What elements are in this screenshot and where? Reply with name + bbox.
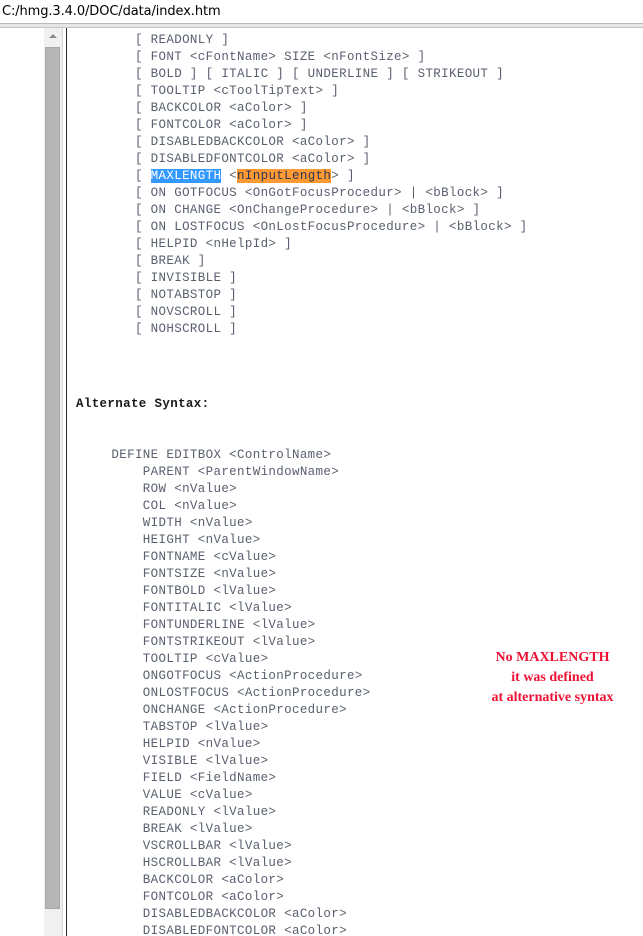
address-bar[interactable]: C:/hmg.3.4.0/DOC/data/index.htm bbox=[0, 0, 643, 22]
vertical-scroll-thumb[interactable] bbox=[45, 47, 60, 909]
triangle-up-icon bbox=[49, 34, 57, 38]
syntax-options-tail: [ ON GOTFOCUS <OnGotFocusProcedur> | <bB… bbox=[134, 186, 528, 336]
syntax-options-head: [ READONLY ] [ FONT <cFontName> SIZE <nF… bbox=[134, 33, 504, 166]
alternate-syntax-block: DEFINE EDITBOX <ControlName> PARENT <Par… bbox=[111, 448, 371, 936]
vertical-scrollbar[interactable] bbox=[44, 28, 63, 936]
address-bar-url: C:/hmg.3.4.0/DOC/data/index.htm bbox=[2, 4, 221, 19]
document-content: [ READONLY ] [ FONT <cFontName> SIZE <nF… bbox=[67, 28, 643, 936]
alternate-syntax-heading: Alternate Syntax: bbox=[76, 397, 210, 411]
red-annotation-note: No MAXLENGTH it was defined at alternati… bbox=[491, 650, 614, 705]
document-viewport: [ READONLY ] [ FONT <cFontName> SIZE <nF… bbox=[0, 28, 643, 936]
ninputlength-param-highlight[interactable]: nInputLength bbox=[237, 169, 332, 183]
scroll-up-button[interactable] bbox=[44, 28, 62, 45]
maxlength-keyword-highlight[interactable]: MAXLENGTH bbox=[150, 169, 222, 183]
editbox-syntax-block: [ READONLY ] [ FONT <cFontName> SIZE <nF… bbox=[80, 32, 528, 338]
left-gutter bbox=[0, 28, 44, 936]
maxlength-line-suffix: > ] bbox=[331, 169, 355, 183]
maxlength-line-prefix: [ bbox=[80, 169, 151, 183]
maxlength-line-middle: < bbox=[221, 169, 238, 183]
